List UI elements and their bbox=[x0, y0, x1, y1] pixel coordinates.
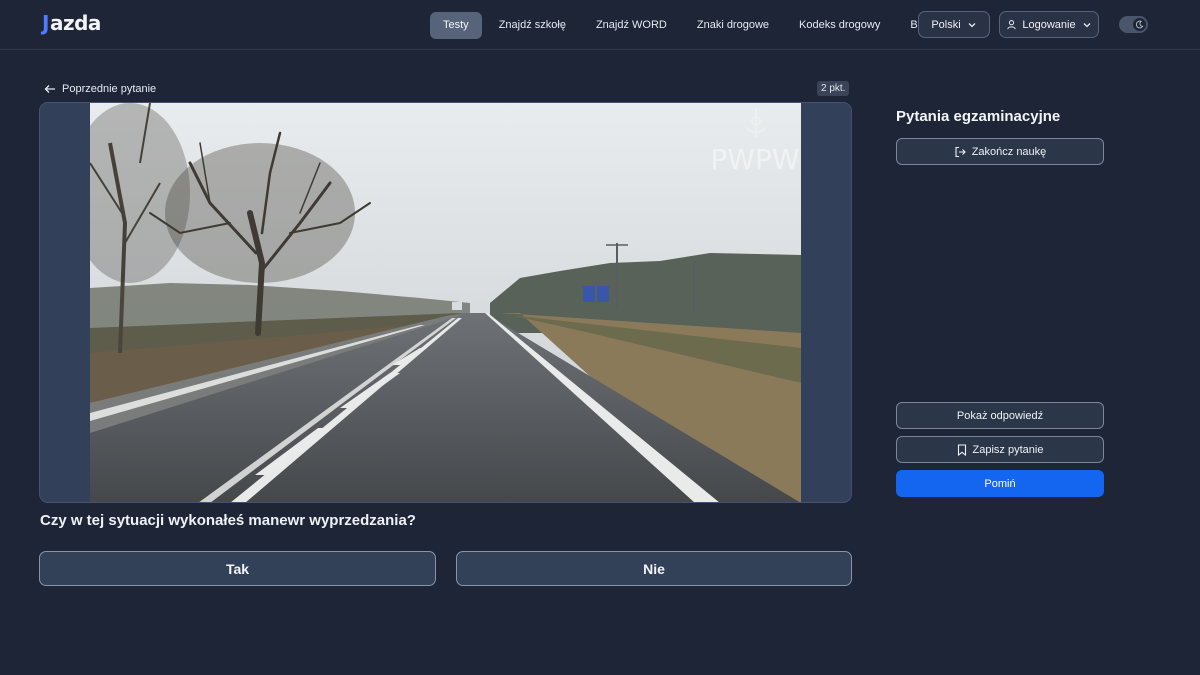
logo-text: azda bbox=[49, 11, 101, 35]
top-navbar: Jazda Testy Znajdź szkołę Znajdź WORD Zn… bbox=[0, 0, 1200, 50]
arrow-left-icon bbox=[44, 84, 55, 93]
main-nav: Testy Znajdź szkołę Znajdź WORD Znaki dr… bbox=[430, 11, 949, 39]
moon-icon bbox=[1133, 18, 1146, 31]
nav-tests[interactable]: Testy bbox=[430, 11, 482, 39]
chevron-down-icon bbox=[968, 22, 976, 27]
answer-yes-button[interactable]: Tak bbox=[39, 551, 436, 586]
nav-traffic-code[interactable]: Kodeks drogowy bbox=[786, 12, 893, 39]
question-text: Czy w tej sytuacji wykonałeś manewr wypr… bbox=[40, 512, 416, 529]
nav-find-word[interactable]: Znajdź WORD bbox=[583, 12, 680, 39]
login-label: Logowanie bbox=[1022, 18, 1076, 31]
user-icon bbox=[1007, 20, 1017, 30]
logo-mark: J bbox=[42, 11, 49, 35]
bookmark-icon bbox=[957, 443, 966, 456]
end-learning-button[interactable]: Zakończ naukę bbox=[896, 138, 1104, 165]
language-select[interactable]: Polski bbox=[918, 11, 990, 38]
end-learning-label: Zakończ naukę bbox=[971, 145, 1047, 158]
nav-find-school[interactable]: Znajdź szkołę bbox=[486, 12, 579, 39]
nav-road-signs[interactable]: Znaki drogowe bbox=[684, 12, 782, 39]
save-question-label: Zapisz pytanie bbox=[972, 443, 1044, 456]
watermark-text: PWPW bbox=[710, 143, 799, 176]
answer-no-button[interactable]: Nie bbox=[456, 551, 852, 586]
road-scene-image: PWPW bbox=[90, 103, 801, 502]
skip-button[interactable]: Pomiń bbox=[896, 470, 1104, 497]
theme-toggle[interactable] bbox=[1119, 16, 1148, 33]
sidebar-title: Pytania egzaminacyjne bbox=[896, 108, 1061, 125]
logout-icon bbox=[955, 146, 966, 157]
save-question-button[interactable]: Zapisz pytanie bbox=[896, 436, 1104, 463]
chevron-down-icon bbox=[1083, 22, 1091, 27]
language-label: Polski bbox=[931, 18, 961, 31]
login-button[interactable]: Logowanie bbox=[999, 11, 1099, 38]
app-logo[interactable]: Jazda bbox=[42, 11, 101, 35]
previous-question-link[interactable]: Poprzednie pytanie bbox=[44, 81, 156, 96]
question-media: PWPW bbox=[39, 102, 852, 503]
points-badge: 2 pkt. bbox=[817, 81, 850, 96]
previous-question-label: Poprzednie pytanie bbox=[62, 82, 157, 95]
show-answer-button[interactable]: Pokaż odpowiedź bbox=[896, 402, 1104, 429]
